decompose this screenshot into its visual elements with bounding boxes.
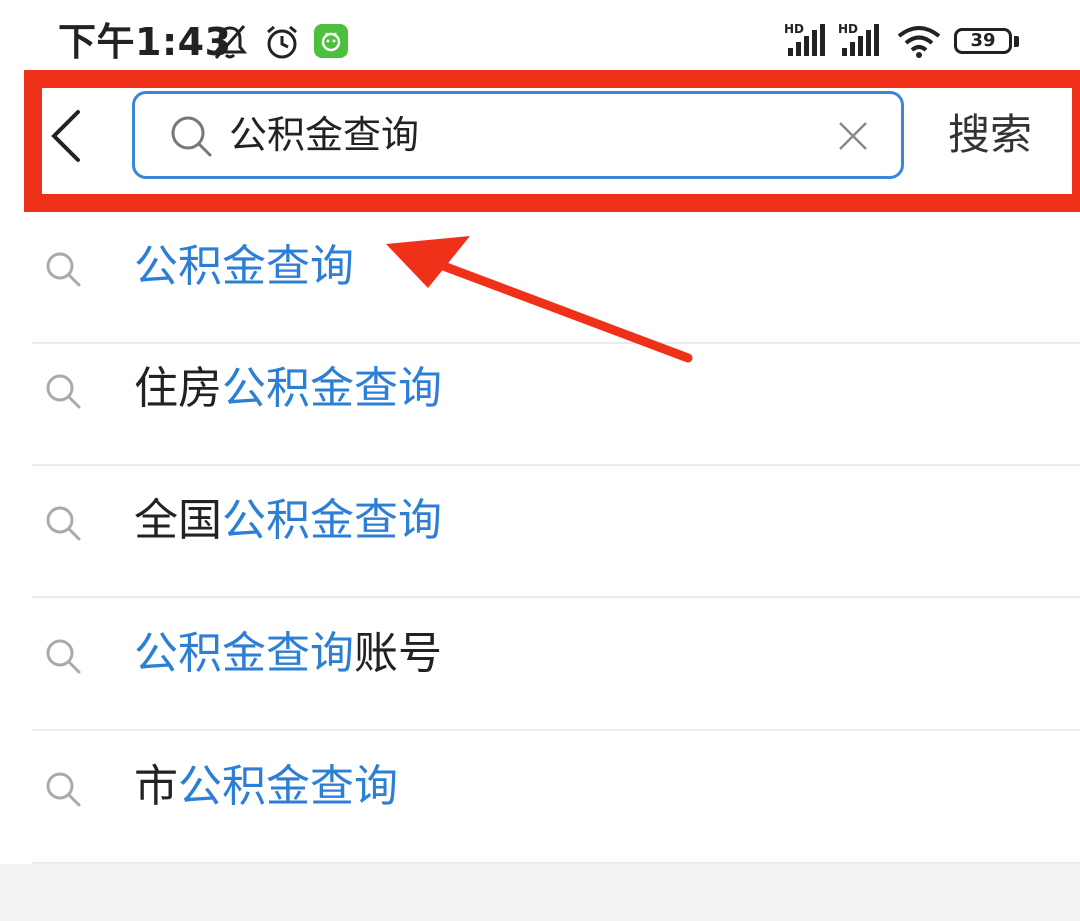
search-icon: [46, 374, 81, 409]
svg-text:HD: HD: [784, 22, 804, 36]
bell-muted-icon: [212, 25, 248, 59]
search-input[interactable]: 公积金查询: [132, 91, 904, 179]
suggestion-label: 市公积金查询: [134, 761, 398, 812]
annotation-arrow-icon: [386, 236, 693, 363]
search-query-text: 公积金查询: [229, 113, 420, 157]
battery-level: 39: [970, 30, 996, 51]
search-icon: [46, 639, 81, 674]
svg-text:HD: HD: [838, 22, 858, 36]
bottom-background: [0, 864, 1080, 921]
status-time: 下午1:43: [58, 20, 232, 64]
suggestion-label: 公积金查询: [134, 241, 354, 292]
search-icon: [46, 252, 81, 287]
list-item[interactable]: 全国公积金查询: [32, 466, 1080, 598]
close-icon[interactable]: [837, 120, 869, 152]
signal-icon: HD: [838, 22, 879, 56]
search-icon: [171, 116, 212, 157]
search-button[interactable]: 搜索: [948, 100, 1032, 170]
wifi-icon: [897, 26, 941, 58]
search-icon: [46, 772, 81, 807]
signal-icon: HD: [784, 22, 825, 56]
suggestion-label: 全国公积金查询: [134, 495, 442, 546]
alarm-clock-icon: [267, 25, 297, 59]
chevron-left-icon: [51, 110, 80, 162]
search-icon: [46, 506, 81, 541]
list-item[interactable]: 市公积金查询: [32, 732, 1080, 864]
back-button[interactable]: [44, 108, 88, 164]
list-item[interactable]: 公积金查询账号: [32, 599, 1080, 731]
suggestion-label: 公积金查询账号: [134, 628, 442, 679]
app-notification-icon: [314, 24, 348, 58]
